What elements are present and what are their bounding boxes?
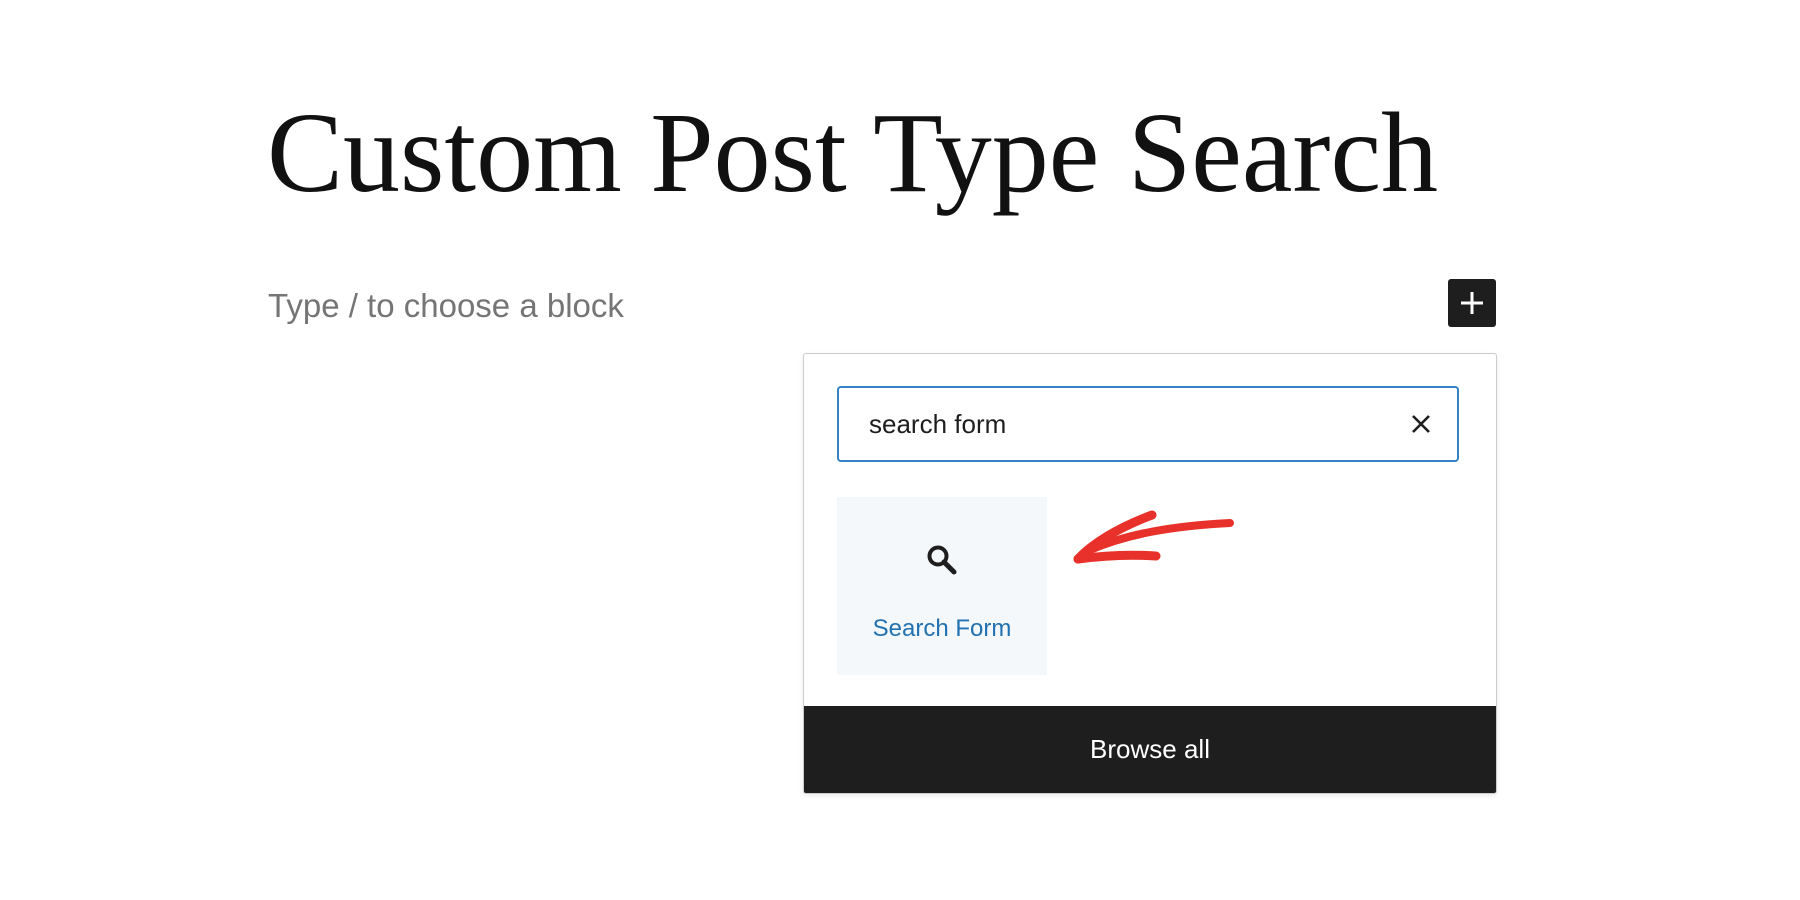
browse-all-button[interactable]: Browse all: [804, 706, 1496, 793]
block-result-search-form[interactable]: Search Form: [837, 497, 1047, 675]
post-title[interactable]: Custom Post Type Search: [267, 88, 1438, 218]
block-inserter-popover: Search Form Browse all: [803, 353, 1497, 794]
close-icon: [1412, 415, 1430, 433]
annotation-arrow: [1073, 510, 1234, 564]
block-search-box: [837, 386, 1459, 462]
plus-icon: [1461, 292, 1483, 314]
block-placeholder[interactable]: Type / to choose a block: [268, 286, 624, 326]
search-icon: [927, 545, 957, 575]
block-search-input[interactable]: [869, 388, 1389, 460]
clear-search-button[interactable]: [1405, 408, 1437, 440]
block-result-label: Search Form: [872, 615, 1012, 642]
add-block-button[interactable]: [1448, 279, 1496, 327]
